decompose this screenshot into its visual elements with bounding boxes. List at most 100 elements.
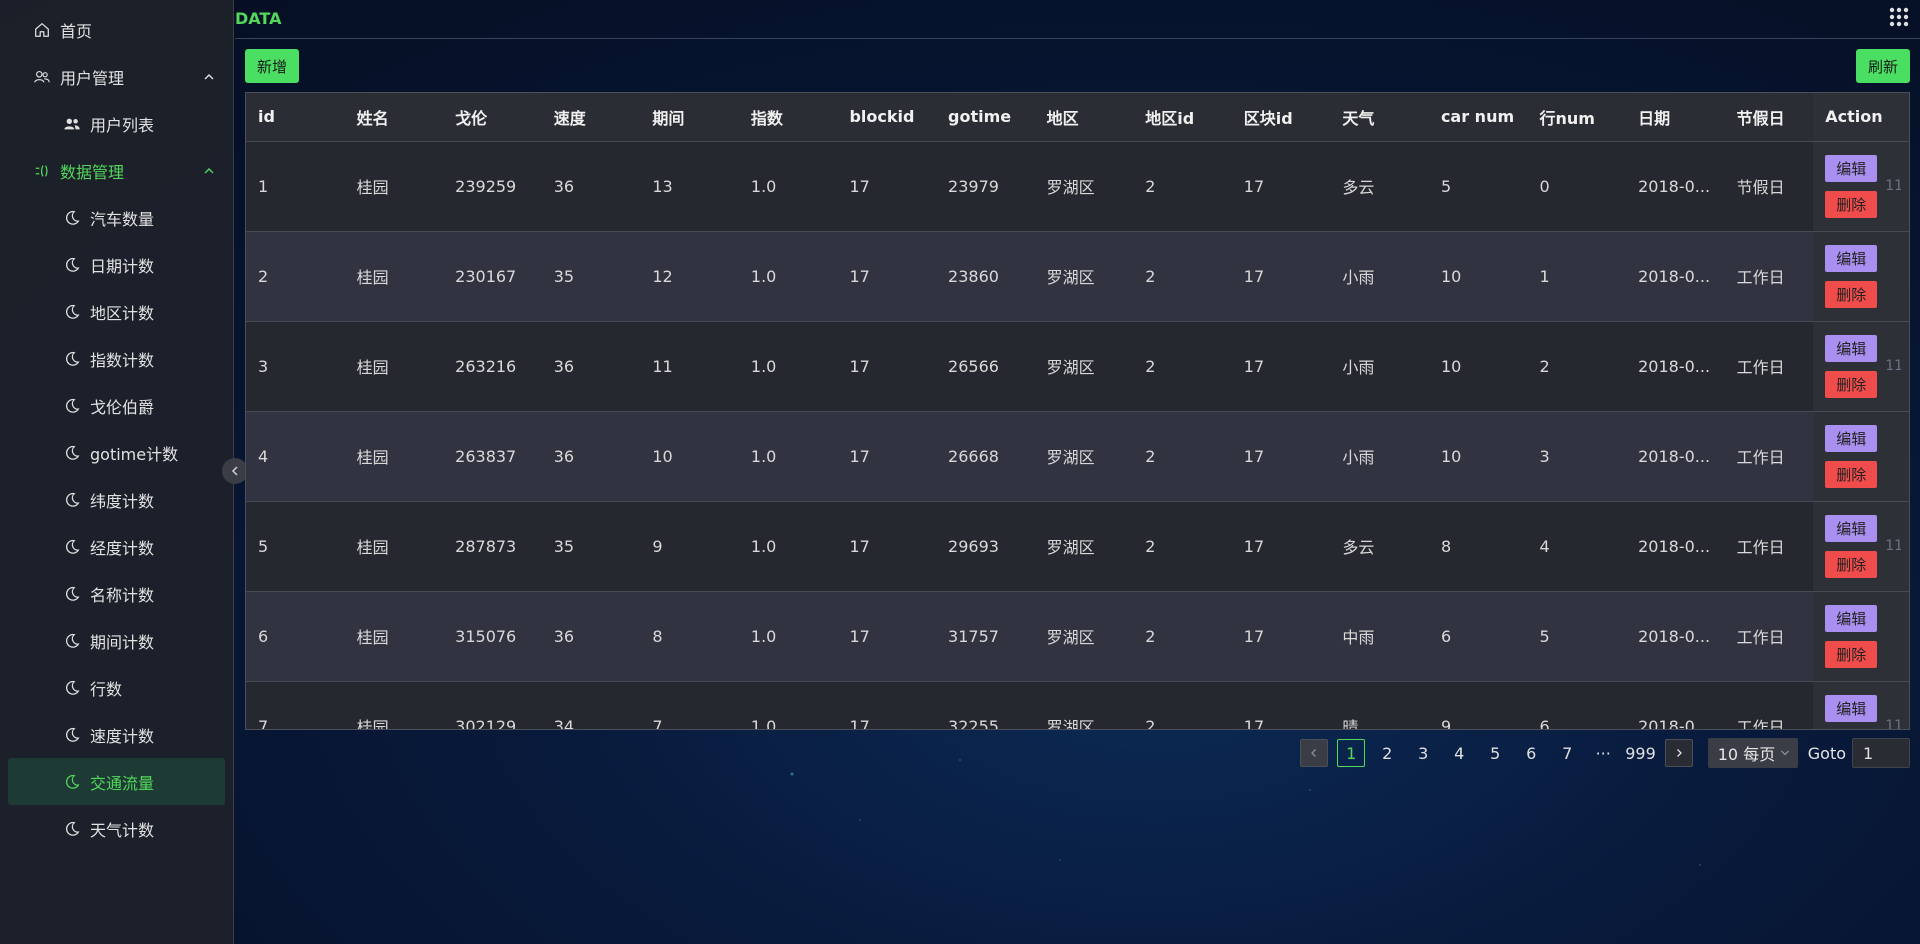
column-header[interactable]: 行num bbox=[1527, 93, 1627, 142]
page-number-button[interactable]: 2 bbox=[1373, 739, 1401, 767]
page-number-button[interactable]: 5 bbox=[1481, 739, 1509, 767]
table-row[interactable]: 2 桂园 230167 35 12 1.0 17 23860 罗湖区 2 17 小雨 10 1 2018-0… bbox=[246, 231, 1909, 322]
edit-button[interactable]: 编辑 bbox=[1825, 334, 1878, 362]
column-header[interactable]: 地区id bbox=[1133, 93, 1232, 142]
sidebar-item-4[interactable]: 汽车数量 bbox=[0, 194, 233, 241]
sidebar-item-12[interactable]: 名称计数 bbox=[0, 570, 233, 617]
sidebar-item-label: 期间计数 bbox=[90, 632, 155, 652]
column-header[interactable]: 戈伦 bbox=[443, 93, 542, 142]
moon-icon bbox=[62, 208, 82, 228]
prev-page-button[interactable] bbox=[1300, 739, 1329, 767]
column-header[interactable]: 区块id bbox=[1231, 93, 1331, 142]
table-row[interactable]: 3 桂园 263216 36 11 1.0 17 26566 罗湖区 2 17 小雨 10 2 2018-0… bbox=[246, 321, 1909, 412]
table-cell: 7 bbox=[246, 681, 345, 729]
page-number-list: 1 2 3 4 5 6 7 ··· 999 bbox=[1333, 739, 1660, 767]
edit-button[interactable]: 编辑 bbox=[1825, 244, 1878, 272]
edit-button[interactable]: 编辑 bbox=[1825, 154, 1878, 182]
delete-button[interactable]: 删除 bbox=[1825, 550, 1878, 578]
edit-button[interactable]: 编辑 bbox=[1825, 694, 1878, 722]
table-row[interactable]: 7 桂园 302129 34 7 1.0 17 32255 罗湖区 2 17 晴 9 6 2018-0...… bbox=[246, 681, 1909, 729]
edit-button[interactable]: 编辑 bbox=[1825, 514, 1878, 542]
page-number-button[interactable]: 7 bbox=[1553, 739, 1581, 767]
sidebar-item-16[interactable]: 交通流量 bbox=[8, 758, 225, 805]
page-number-button[interactable]: 6 bbox=[1517, 739, 1545, 767]
moon-icon bbox=[62, 584, 82, 604]
column-header[interactable]: car num bbox=[1428, 93, 1528, 142]
table-cell: 2 bbox=[1527, 321, 1627, 412]
table-row[interactable]: 1 桂园 239259 36 13 1.0 17 23979 罗湖区 2 17 多云 5 0 2018-0.… bbox=[246, 141, 1909, 232]
page-number-button[interactable]: 999 bbox=[1625, 739, 1656, 767]
table-cell: 5 bbox=[1527, 591, 1627, 682]
table-cell: 工作日 bbox=[1724, 501, 1814, 592]
apps-grid-icon[interactable] bbox=[1888, 6, 1910, 28]
chevron-right-icon bbox=[1676, 749, 1682, 757]
sidebar-item-13[interactable]: 期间计数 bbox=[0, 617, 233, 664]
column-header[interactable]: Action bbox=[1813, 93, 1909, 142]
table-cell: 10 bbox=[1428, 321, 1528, 412]
refresh-button[interactable]: 刷新 bbox=[1855, 49, 1910, 83]
table-cell: 9 bbox=[1428, 681, 1528, 729]
table-cell: 23979 bbox=[936, 141, 1035, 232]
sidebar-item-11[interactable]: 经度计数 bbox=[0, 523, 233, 570]
sidebar-item-17[interactable]: 天气计数 bbox=[0, 805, 233, 852]
delete-button[interactable]: 删除 bbox=[1825, 190, 1878, 218]
column-header[interactable]: 指数 bbox=[738, 93, 838, 142]
sidebar-item-6[interactable]: 地区计数 bbox=[0, 288, 233, 335]
sidebar-item-2[interactable]: 用户列表 bbox=[0, 100, 233, 147]
table-cell: 34 bbox=[541, 681, 641, 729]
table-cell: 1.0 bbox=[738, 231, 838, 322]
sidebar-item-0[interactable]: 首页 bbox=[0, 6, 233, 53]
add-button[interactable]: 新增 bbox=[245, 49, 300, 83]
table-row[interactable]: 5 桂园 287873 35 9 1.0 17 29693 罗湖区 2 17 多云 8 4 2018-0..… bbox=[246, 501, 1909, 592]
moon-icon bbox=[62, 255, 82, 275]
sidebar-item-10[interactable]: 纬度计数 bbox=[0, 476, 233, 523]
page-ellipsis[interactable]: ··· bbox=[1589, 739, 1617, 767]
overflow-cell-text: 114.088... bbox=[1885, 177, 1901, 194]
column-header[interactable]: id bbox=[246, 93, 345, 142]
column-header[interactable]: 节假日 bbox=[1724, 93, 1814, 142]
page-number-button[interactable]: 3 bbox=[1409, 739, 1437, 767]
delete-button[interactable]: 删除 bbox=[1825, 460, 1878, 488]
column-header[interactable]: 地区 bbox=[1034, 93, 1134, 142]
page-size-select[interactable]: 10 每页 bbox=[1707, 738, 1798, 768]
sidebar-item-14[interactable]: 行数 bbox=[0, 664, 233, 711]
next-page-button[interactable] bbox=[1664, 739, 1693, 767]
table-cell: 2018-0... bbox=[1626, 681, 1725, 729]
delete-button[interactable]: 删除 bbox=[1825, 280, 1878, 308]
table-cell: 2018-0... bbox=[1626, 141, 1725, 232]
sidebar-item-15[interactable]: 速度计数 bbox=[0, 711, 233, 758]
sidebar-item-label: 地区计数 bbox=[90, 303, 155, 323]
moon-icon bbox=[62, 490, 82, 510]
sidebar-item-3[interactable]: 数据管理 bbox=[0, 147, 233, 194]
table-row[interactable]: 6 桂园 315076 36 8 1.0 17 31757 罗湖区 2 17 中雨 6 5 2018-0..… bbox=[246, 591, 1909, 682]
sidebar-item-5[interactable]: 日期计数 bbox=[0, 241, 233, 288]
edit-button[interactable]: 编辑 bbox=[1825, 604, 1878, 632]
sidebar-item-label: 日期计数 bbox=[90, 256, 155, 276]
column-header[interactable]: 天气 bbox=[1330, 93, 1429, 142]
delete-button[interactable]: 删除 bbox=[1825, 640, 1878, 668]
column-header[interactable]: blockid bbox=[837, 93, 937, 142]
table-cell: 7 bbox=[640, 681, 739, 729]
table-cell: 1 bbox=[246, 141, 345, 232]
sidebar-item-label: 纬度计数 bbox=[90, 491, 155, 511]
table-cell: 罗湖区 bbox=[1034, 231, 1134, 322]
page-number-button[interactable]: 1 bbox=[1337, 739, 1366, 767]
sidebar-item-9[interactable]: gotime计数 bbox=[0, 429, 233, 476]
column-header[interactable]: gotime bbox=[936, 93, 1035, 142]
table-row[interactable]: 4 桂园 263837 36 10 1.0 17 26668 罗湖区 2 17 小雨 10 3 2018-0… bbox=[246, 411, 1909, 502]
table-cell: 29693 bbox=[936, 501, 1035, 592]
sidebar-item-8[interactable]: 戈伦伯爵 bbox=[0, 382, 233, 429]
column-header[interactable]: 速度 bbox=[541, 93, 641, 142]
column-header[interactable]: 期间 bbox=[640, 93, 739, 142]
sidebar-item-7[interactable]: 指数计数 bbox=[0, 335, 233, 382]
sidebar-item-1[interactable]: 用户管理 bbox=[0, 53, 233, 100]
page-number-button[interactable]: 4 bbox=[1445, 739, 1473, 767]
column-header[interactable]: 日期 bbox=[1626, 93, 1725, 142]
edit-button[interactable]: 编辑 bbox=[1825, 424, 1878, 452]
delete-button[interactable]: 删除 bbox=[1825, 370, 1878, 398]
table-cell: 17 bbox=[1231, 321, 1331, 412]
data-table-container[interactable]: id 姓名 戈伦 速度 期间 指数 blockid gotime 地区 地区id 区块id 天气 car… bbox=[245, 92, 1910, 730]
chevron-up-icon bbox=[204, 73, 214, 79]
goto-page-input[interactable] bbox=[1852, 738, 1910, 768]
column-header[interactable]: 姓名 bbox=[344, 93, 444, 142]
